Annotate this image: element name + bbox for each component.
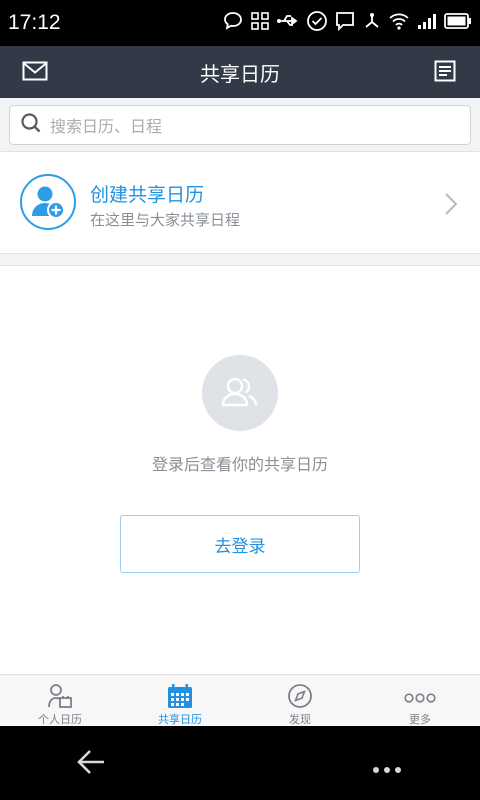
status-icons — [222, 10, 472, 32]
page-title: 共享日历 — [200, 61, 280, 86]
signal-icon — [418, 14, 436, 29]
usb-icon — [277, 15, 298, 26]
back-arrow-icon[interactable] — [76, 748, 106, 780]
tab-shared-calendar[interactable]: 共享日历 — [120, 675, 240, 727]
more-dots-icon — [404, 689, 436, 708]
shared-users-icon — [202, 355, 278, 431]
tab-label: 更多 — [409, 713, 431, 726]
create-shared-calendar-item[interactable]: 创建共享日历 在这里与大家共享日程 — [0, 152, 480, 254]
empty-state-message: 登录后查看你的共享日历 — [151, 455, 328, 474]
calendar-grid-icon — [167, 683, 193, 713]
check-circle-icon — [307, 11, 327, 31]
search-placeholder: 搜索日历、日程 — [50, 117, 163, 136]
system-nav-bar — [0, 726, 480, 800]
message-icon — [336, 12, 354, 32]
qr-icon — [251, 12, 269, 30]
search-input[interactable]: 搜索日历、日程 — [9, 105, 471, 145]
compass-icon — [287, 683, 313, 713]
chevron-right-icon — [444, 192, 458, 220]
tab-discover[interactable]: 发现 — [240, 675, 360, 727]
person-calendar-icon — [47, 683, 73, 713]
chat-bubble-icon — [224, 12, 242, 30]
app-header: 共享日历 — [0, 46, 480, 98]
create-calendar-title: 创建共享日历 — [90, 184, 205, 206]
share-icon — [365, 13, 379, 28]
search-bar-area: 搜索日历、日程 — [0, 98, 480, 152]
tab-label: 发现 — [289, 713, 311, 726]
status-time: 17:12 — [8, 11, 61, 34]
section-divider — [0, 254, 480, 266]
search-icon — [20, 112, 42, 138]
login-button[interactable]: 去登录 — [120, 515, 360, 573]
tab-label: 共享日历 — [158, 713, 202, 726]
add-person-icon — [20, 174, 76, 230]
tab-label: 个人日历 — [38, 713, 82, 726]
bottom-tab-bar: 个人日历 共享日历 发现 更多 — [0, 674, 480, 726]
mail-icon[interactable] — [22, 60, 48, 86]
notes-icon[interactable] — [434, 60, 456, 86]
tab-personal-calendar[interactable]: 个人日历 — [0, 675, 120, 727]
battery-icon — [444, 13, 471, 29]
status-bar: 17:12 — [0, 0, 480, 46]
menu-dots-icon[interactable] — [372, 759, 402, 778]
create-calendar-subtitle: 在这里与大家共享日程 — [90, 211, 241, 229]
wifi-icon — [389, 13, 409, 30]
tab-more[interactable]: 更多 — [360, 675, 480, 727]
